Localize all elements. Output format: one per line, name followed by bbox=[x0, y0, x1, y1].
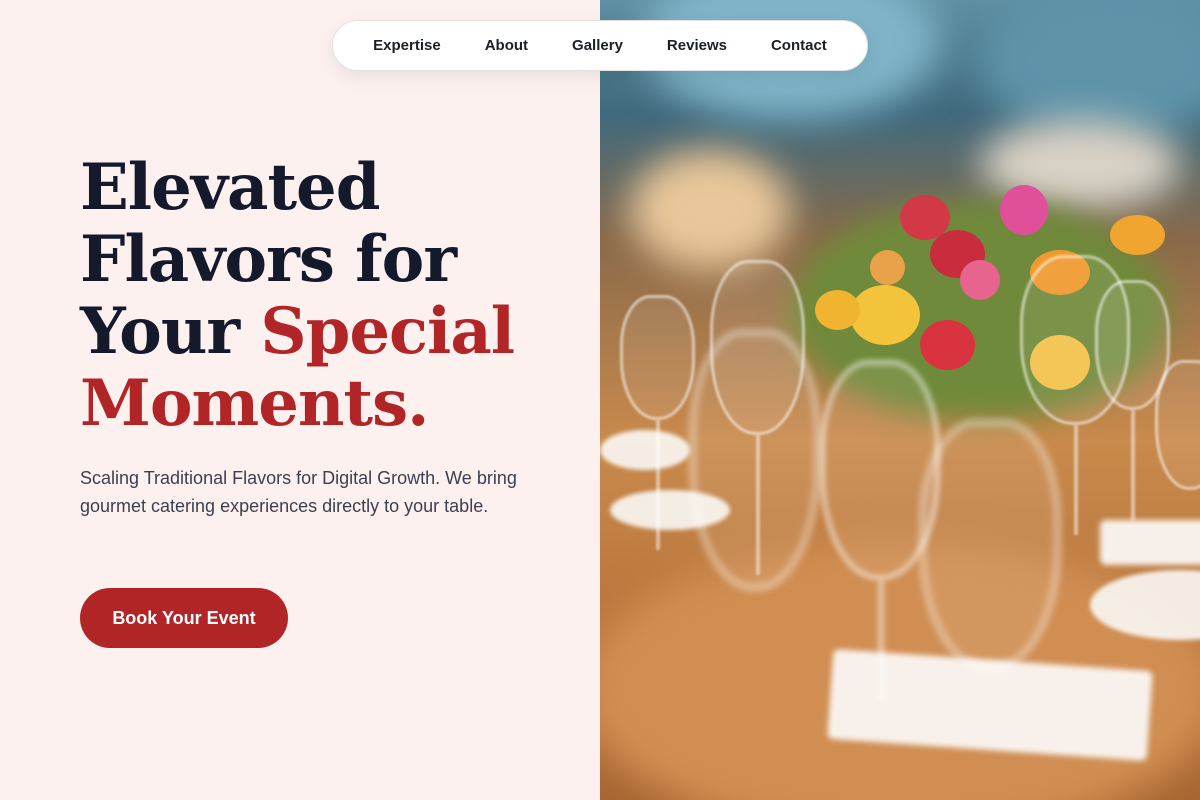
orange-flower bbox=[870, 250, 905, 285]
glass-stem bbox=[1131, 410, 1135, 520]
nav-link-contact[interactable]: Contact bbox=[753, 29, 845, 62]
headline-accent-special: Special bbox=[260, 294, 515, 369]
hero-headline: Elevated Flavors for Your Special Moment… bbox=[80, 150, 515, 441]
glass-stem bbox=[878, 580, 884, 700]
headline-line-3: Your bbox=[80, 294, 261, 369]
top-navigation: Expertise About Gallery Reviews Contact bbox=[332, 20, 868, 71]
pink-flower bbox=[960, 260, 1000, 300]
wine-glass-foreground bbox=[690, 330, 820, 590]
nav-link-expertise[interactable]: Expertise bbox=[355, 29, 459, 62]
nav-link-gallery[interactable]: Gallery bbox=[554, 29, 641, 62]
orange-flower bbox=[1110, 215, 1165, 255]
headline-accent-moments: Moments. bbox=[80, 366, 429, 441]
nav-link-reviews[interactable]: Reviews bbox=[649, 29, 745, 62]
dinner-plate bbox=[600, 430, 690, 470]
red-flower bbox=[920, 320, 975, 370]
hero-subtext: Scaling Traditional Flavors for Digital … bbox=[80, 468, 517, 516]
book-event-button[interactable]: Book Your Event bbox=[80, 588, 288, 648]
wine-glass bbox=[1155, 360, 1200, 490]
yellow-rose bbox=[850, 285, 920, 345]
pink-lily bbox=[1000, 185, 1048, 235]
hero-image-table-setting bbox=[600, 0, 1200, 800]
glass-stem bbox=[656, 420, 660, 550]
wine-glass-foreground bbox=[920, 420, 1060, 670]
bg-blur bbox=[980, 0, 1200, 140]
glass-stem bbox=[1074, 425, 1078, 535]
wine-glass bbox=[620, 295, 695, 420]
bg-blur bbox=[630, 150, 790, 270]
yellow-rose bbox=[815, 290, 860, 330]
headline-line-1: Elevated bbox=[80, 150, 380, 225]
headline-line-2: Flavors for bbox=[80, 222, 457, 297]
nav-link-about[interactable]: About bbox=[467, 29, 546, 62]
napkin bbox=[1100, 520, 1200, 565]
